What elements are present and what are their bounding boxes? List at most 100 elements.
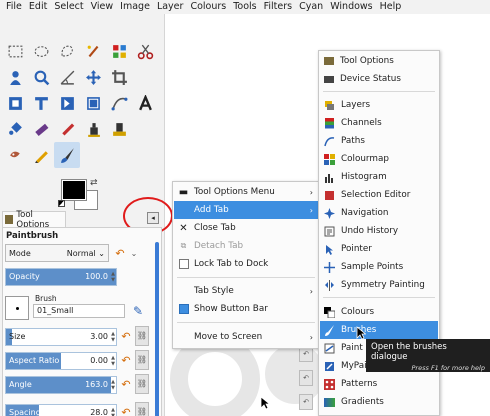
flip-icon[interactable] <box>54 90 80 116</box>
size-reset-icon[interactable]: ↶ <box>119 330 133 344</box>
menu-item-gradients[interactable]: Gradients <box>320 393 438 411</box>
spacing-slider[interactable]: Spacing 28.0 ▲ ▼ <box>5 404 117 416</box>
sample-points-icon <box>324 261 335 273</box>
aspect-ratio-slider[interactable]: Aspect Ratio 0.00 ▲ ▼ <box>5 352 117 370</box>
scissors-select-icon[interactable] <box>132 38 158 64</box>
menu-item-colourmap[interactable]: Colourmap <box>320 150 438 168</box>
menu-item-navigation[interactable]: Navigation <box>320 204 438 222</box>
angle-reset-icon[interactable]: ↶ <box>119 378 133 392</box>
mode-select[interactable]: Mode Normal ⌄ <box>5 244 109 262</box>
aspect-ratio-reset-icon[interactable]: ↶ <box>119 354 133 368</box>
angle-value: 163.0 <box>85 380 108 389</box>
menu-item-device-status[interactable]: Device Status <box>320 70 438 88</box>
pencil-icon[interactable] <box>54 116 80 142</box>
foreground-color-swatch[interactable] <box>61 179 87 201</box>
fuzzy-select-icon[interactable] <box>80 38 106 64</box>
menu-layer[interactable]: Layer <box>157 0 184 14</box>
free-select-icon[interactable] <box>54 38 80 64</box>
menu-item-histogram[interactable]: Histogram <box>320 168 438 186</box>
opacity-slider[interactable]: Opacity 100.0 ▲ ▼ <box>5 268 117 286</box>
partial-reset-button[interactable]: ↶ <box>299 370 313 386</box>
ellipse-select-icon[interactable] <box>28 38 54 64</box>
move-icon[interactable] <box>80 64 106 90</box>
menu-item-tool-options-menu[interactable]: ▬ Tool Options Menu › <box>174 183 318 201</box>
edit-brush-icon[interactable]: ✎ <box>133 304 143 318</box>
tab-tool-options[interactable]: Tool Options <box>2 210 66 230</box>
partial-reset-button[interactable]: ↶ <box>299 394 313 410</box>
aspect-ratio-link-icon[interactable]: ⛓ <box>135 350 149 370</box>
colourmap-icon <box>324 153 335 165</box>
clone-icon[interactable] <box>106 116 132 142</box>
measure-icon[interactable] <box>54 64 80 90</box>
spacing-reset-icon[interactable]: ↶ <box>119 406 133 416</box>
opacity-value: 100.0 <box>85 272 108 281</box>
foreground-select-icon[interactable] <box>2 64 28 90</box>
menu-item-move-to-screen[interactable]: Move to Screen › <box>174 328 318 346</box>
gradient-icon[interactable] <box>28 116 54 142</box>
menu-item-tab-style[interactable]: Tab Style › <box>174 282 318 300</box>
lock-tab-checkbox[interactable] <box>178 259 189 269</box>
menu-select[interactable]: Select <box>54 0 83 14</box>
tooltip-hint: Press F1 for more help <box>411 364 485 372</box>
swap-colors-icon[interactable]: ⇄ <box>90 178 98 188</box>
paths-tool-icon[interactable] <box>106 90 132 116</box>
menu-item-undo-history[interactable]: Undo History <box>320 222 438 240</box>
bucket-fill-icon[interactable] <box>2 116 28 142</box>
mode-dropdown-icon[interactable]: ⌄ <box>127 247 141 261</box>
show-button-bar-checkbox[interactable] <box>178 304 189 314</box>
spacing-value: 28.0 <box>90 408 108 416</box>
menu-item-sample-points[interactable]: Sample Points <box>320 258 438 276</box>
default-colors-icon[interactable] <box>58 200 65 207</box>
menu-item-selection-editor[interactable]: Selection Editor <box>320 186 438 204</box>
mode-reset-icon[interactable]: ↶ <box>113 247 127 261</box>
menu-image[interactable]: Image <box>120 0 150 14</box>
menu-item-layers[interactable]: Layers <box>320 96 438 114</box>
rect-select-icon[interactable] <box>2 38 28 64</box>
menu-tools[interactable]: Tools <box>233 0 256 14</box>
size-link-icon[interactable]: ⛓ <box>135 326 149 346</box>
menu-view[interactable]: View <box>91 0 114 14</box>
panel-scrollbar[interactable] <box>155 242 159 416</box>
menu-item-add-tab[interactable]: Add Tab › <box>174 201 318 219</box>
menu-file[interactable]: File <box>6 0 22 14</box>
zoom-icon[interactable] <box>28 64 54 90</box>
menu-windows[interactable]: Windows <box>330 0 372 14</box>
menu-cyan[interactable]: Cyan <box>299 0 323 14</box>
airbrush-icon[interactable] <box>80 116 106 142</box>
menu-item-tool-options[interactable]: Tool Options <box>320 52 438 70</box>
menu-filters[interactable]: Filters <box>264 0 292 14</box>
menu-item-paths[interactable]: Paths <box>320 132 438 150</box>
text-tool-icon[interactable] <box>132 90 158 116</box>
ink-icon[interactable] <box>28 142 54 168</box>
menu-item-colours[interactable]: Colours <box>320 303 438 321</box>
menu-item-symmetry-painting[interactable]: Symmetry Painting <box>320 276 438 294</box>
smudge-icon[interactable] <box>2 142 28 168</box>
angle-link-icon[interactable]: ⛓ <box>135 374 149 394</box>
menu-item-show-button-bar[interactable]: Show Button Bar <box>174 300 318 318</box>
cage-transform-icon[interactable] <box>80 90 106 116</box>
menu-item-brushes[interactable]: Brushes <box>320 321 438 339</box>
angle-slider[interactable]: Angle 163.0 ▲ ▼ <box>5 376 117 394</box>
spin-arrows: ▲ ▼ <box>111 379 115 391</box>
unified-transform-icon[interactable] <box>2 90 28 116</box>
paintbrush-icon[interactable] <box>54 142 80 168</box>
menu-edit[interactable]: Edit <box>29 0 47 14</box>
menu-item-close-tab[interactable]: ✕ Close Tab <box>174 219 318 237</box>
menu-separator <box>323 297 435 298</box>
warp-transform-icon[interactable] <box>28 90 54 116</box>
size-slider[interactable]: Size 3.00 ▲ ▼ <box>5 328 117 346</box>
submenu-arrow-icon: › <box>309 187 313 197</box>
spacing-link-icon[interactable]: ⛓ <box>135 402 149 416</box>
menu-help[interactable]: Help <box>380 0 402 14</box>
brush-preview[interactable] <box>5 296 29 320</box>
brush-name-field[interactable]: 01_Small <box>33 304 125 318</box>
menu-item-lock-tab[interactable]: Lock Tab to Dock <box>174 255 318 273</box>
menu-colours[interactable]: Colours <box>190 0 226 14</box>
undo-history-icon <box>324 226 335 237</box>
select-by-color-icon[interactable] <box>106 38 132 64</box>
tool-grid <box>2 38 158 168</box>
menu-item-channels[interactable]: Channels <box>320 114 438 132</box>
crop-icon[interactable] <box>106 64 132 90</box>
menu-item-patterns[interactable]: Patterns <box>320 375 438 393</box>
menu-item-pointer[interactable]: Pointer <box>320 240 438 258</box>
